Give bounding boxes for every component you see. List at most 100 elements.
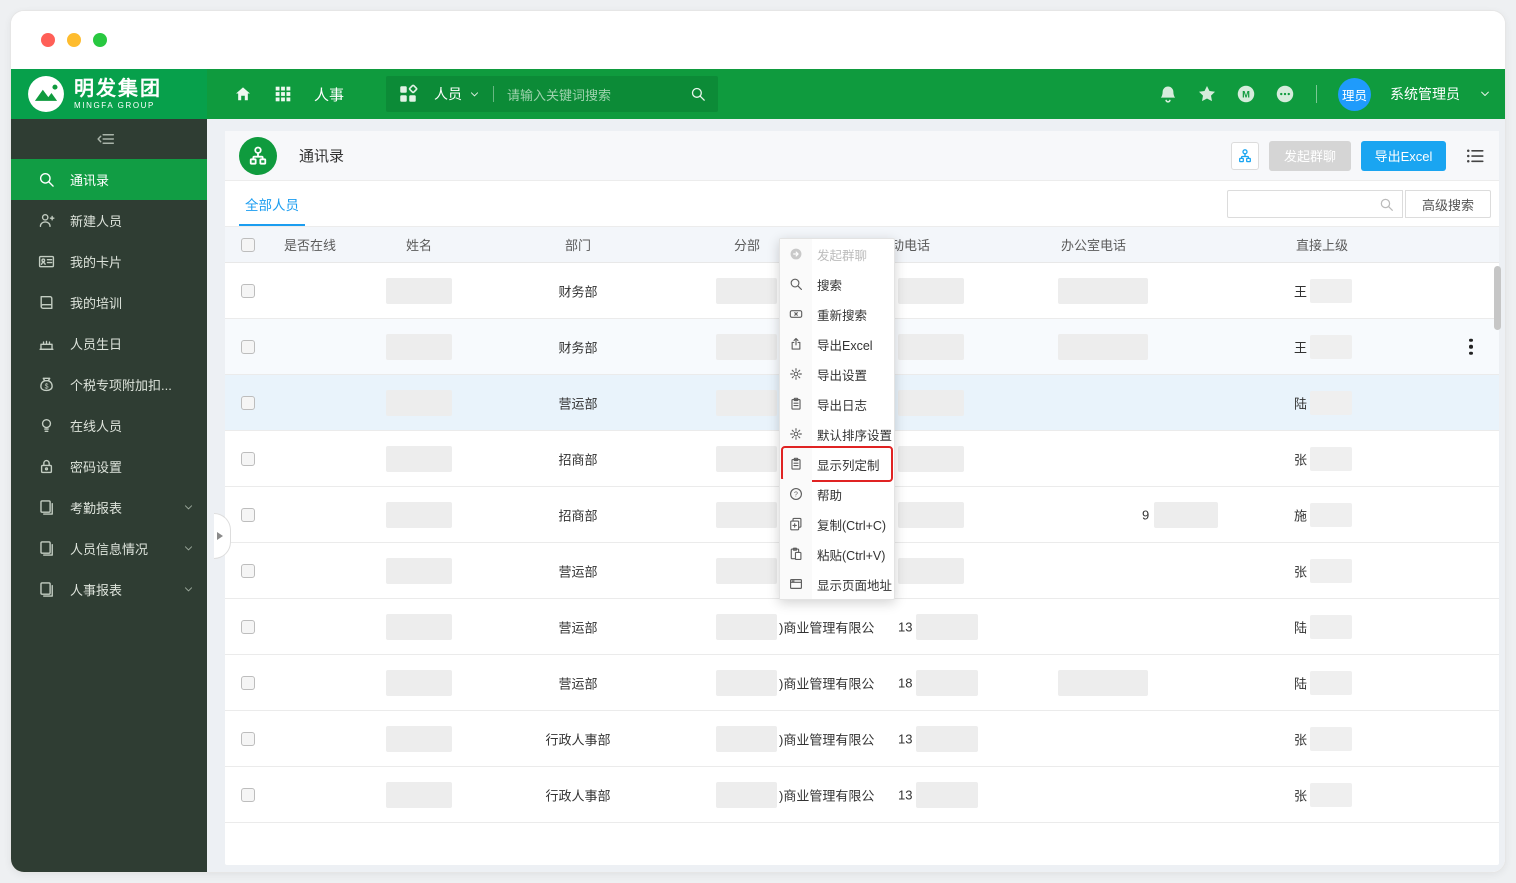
org-structure-button[interactable] [1231,141,1259,170]
sidebar-item[interactable]: 人事报表 [11,569,207,610]
context-menu-item[interactable]: 复制(Ctrl+C) [780,509,894,539]
category-icon[interactable] [398,84,418,104]
search-icon[interactable] [690,86,706,102]
apps-grid-icon[interactable] [274,85,292,103]
redacted-office-phone [1058,669,1148,696]
sidebar-item[interactable]: 新建人员 [11,200,207,241]
clipboard-icon [789,397,803,411]
context-menu-item[interactable]: 重新搜索 [780,299,894,329]
supervisor-cell: 张 [1294,564,1308,579]
more-options-icon[interactable] [1275,84,1295,104]
menu-icon-gutter [780,539,812,569]
row-checkbox[interactable] [241,675,255,690]
menu-item-label: 导出日志 [817,398,868,413]
user-menu-chevron-icon[interactable] [1479,88,1491,100]
redacted-branch [716,389,777,416]
table-search-input[interactable] [1227,190,1403,218]
redacted-mobile [916,781,978,808]
tab-label: 全部人员 [245,197,299,213]
menu-item-label: 显示列定制 [817,458,880,473]
advanced-search-button[interactable]: 高级搜索 [1405,190,1491,218]
redacted-mobile [916,669,978,696]
row-checkbox[interactable] [241,395,255,410]
search-input[interactable]: 请输入关键词搜索 [507,85,690,104]
row-checkbox[interactable] [241,787,255,802]
office-phone-cell: 9 [1142,507,1150,522]
mobile-phone-cell: 13 [898,619,913,634]
home-icon[interactable] [234,85,252,103]
list-settings-icon[interactable] [1465,146,1485,166]
menu-item-label: 搜索 [817,278,843,293]
bulb-icon [38,417,55,434]
row-checkbox[interactable] [241,451,255,466]
sidebar-item-label: 个税专项附加扣... [70,378,172,393]
id-card-icon [38,253,55,270]
window-zoom-button[interactable] [93,33,107,47]
row-actions-kebab-icon[interactable] [1465,334,1477,359]
select-all-checkbox[interactable] [241,237,255,252]
row-checkbox[interactable] [241,619,255,634]
sidebar-item[interactable]: 密码设置 [11,446,207,487]
redacted-mobile [898,501,964,528]
row-checkbox[interactable] [241,563,255,578]
notifications-bell-icon[interactable] [1158,84,1178,104]
user-avatar[interactable]: 理员 [1338,77,1371,111]
column-header: 分部 [734,238,761,253]
search-scope-dropdown[interactable]: 人员 [434,84,480,104]
table-row[interactable]: 行政人事部)商业管理有限公 13 张 [225,767,1499,823]
table-row[interactable]: 营运部)商业管理有限公 13 陆 [225,599,1499,655]
group-chat-button[interactable]: 发起群聊 [1269,140,1351,171]
app-title[interactable]: 人事 [314,84,344,105]
row-checkbox[interactable] [241,731,255,746]
window-close-button[interactable] [41,33,55,47]
department-cell: 营运部 [558,620,598,635]
context-menu-item[interactable]: ? 帮助 [780,479,894,509]
vertical-scrollbar[interactable] [1494,266,1501,330]
table-search-group: 高级搜索 [1227,190,1491,218]
context-menu-item[interactable]: 粘贴(Ctrl+V) [780,539,894,569]
user-name: 系统管理员 [1390,86,1460,102]
top-navigation: 人事 [207,69,344,119]
sidebar-item[interactable]: 考勤报表 [11,487,207,528]
money-bag-icon: $ [38,376,55,393]
sidebar-item[interactable]: 在线人员 [11,405,207,446]
table-row[interactable]: 营运部)商业管理有限公 18 陆 [225,655,1499,711]
docs-icon [38,499,55,516]
redacted-supervisor [1310,726,1352,751]
context-menu-item[interactable]: 默认排序设置 [780,419,894,449]
tab-all-people[interactable]: 全部人员 [239,181,305,226]
context-menu-item[interactable]: 导出设置 [780,359,894,389]
menu-icon-gutter [780,359,812,389]
sidebar-item[interactable]: 我的卡片 [11,241,207,282]
context-menu-item[interactable]: 导出日志 [780,389,894,419]
context-menu-item[interactable]: 搜索 [780,269,894,299]
sidebar-item[interactable]: 我的培训 [11,282,207,323]
row-checkbox-cell [241,507,255,522]
window-minimize-button[interactable] [67,33,81,47]
sidebar-item[interactable]: 人员生日 [11,323,207,364]
row-checkbox[interactable] [241,283,255,298]
row-checkbox-cell [241,339,255,354]
menu-item-label: 帮助 [817,488,843,503]
export-excel-button[interactable]: 导出Excel [1361,140,1446,171]
menu-icon-gutter [780,389,812,419]
context-menu-item[interactable]: 导出Excel [780,329,894,359]
redacted-supervisor [1310,614,1352,639]
table-row[interactable]: 行政人事部)商业管理有限公 13 张 [225,711,1499,767]
sidebar-item[interactable]: 人员信息情况 [11,528,207,569]
sidebar-collapse-icon[interactable] [97,130,115,148]
row-checkbox[interactable] [241,339,255,354]
messages-icon[interactable]: M [1236,84,1256,104]
mobile-phone-cell: 13 [898,787,913,802]
favorites-star-icon[interactable] [1197,84,1217,104]
gear-icon [789,367,803,381]
supervisor-cell: 陆 [1294,396,1308,411]
sidebar-item[interactable]: $ 个税专项附加扣... [11,364,207,405]
redacted-supervisor [1310,278,1352,303]
sidebar-item[interactable]: 通讯录 [11,159,207,200]
context-menu-item[interactable]: 显示页面地址 [780,569,894,599]
row-checkbox[interactable] [241,507,255,522]
sidebar-item-label: 我的卡片 [70,255,123,270]
context-menu-item[interactable]: 显示列定制 [780,446,894,482]
table-toolbar: 全部人员 高级搜索 [225,181,1499,227]
